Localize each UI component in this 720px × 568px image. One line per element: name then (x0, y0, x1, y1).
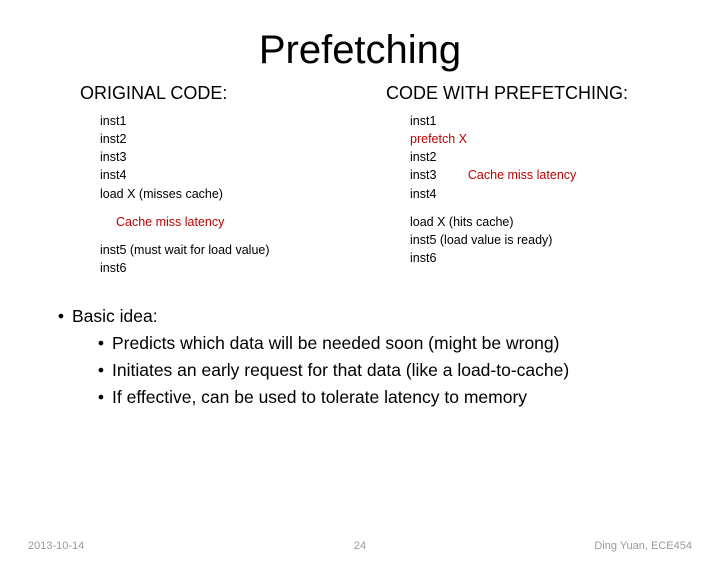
bullet-dot: • (90, 357, 112, 384)
footer-page-number: 24 (354, 540, 366, 552)
original-code-block: inst1 inst2 inst3 inst4 load X (misses c… (80, 112, 350, 277)
original-code-column: ORIGINAL CODE: inst1 inst2 inst3 inst4 l… (80, 83, 350, 277)
code-line: inst4 (410, 185, 660, 203)
latency-label: Cache miss latency (100, 213, 350, 231)
footer-author: Ding Yuan, ECE454 (594, 540, 692, 552)
bullet-text: Predicts which data will be needed soon … (112, 330, 559, 357)
code-line: inst6 (100, 259, 350, 277)
code-line: inst2 (410, 148, 660, 166)
bullet-dot: • (50, 303, 72, 330)
bullet-text: Basic idea: (72, 303, 158, 330)
prefetch-line: prefetch X (410, 130, 660, 148)
bullet-text: Initiates an early request for that data… (112, 357, 569, 384)
prefetch-code-block: inst1 prefetch X inst2 inst3 Cache miss … (390, 112, 660, 267)
code-line: inst1 (100, 112, 350, 130)
bullet-dot: • (90, 330, 112, 357)
code-line: inst5 (must wait for load value) (100, 241, 350, 259)
prefetch-header: CODE WITH PREFETCHING: (386, 83, 660, 104)
code-line: inst2 (100, 130, 350, 148)
footer-date: 2013-10-14 (28, 540, 84, 552)
bullet-level2: • Initiates an early request for that da… (50, 357, 670, 384)
code-line: inst6 (410, 249, 660, 267)
code-line: inst3 Cache miss latency (410, 166, 660, 184)
code-line: load X (hits cache) (410, 213, 660, 231)
prefetch-code-column: CODE WITH PREFETCHING: inst1 prefetch X … (390, 83, 660, 277)
code-line: inst5 (load value is ready) (410, 231, 660, 249)
code-line: inst3 (100, 148, 350, 166)
code-columns: ORIGINAL CODE: inst1 inst2 inst3 inst4 l… (0, 83, 720, 277)
bullet-dot: • (90, 384, 112, 411)
code-line: inst1 (410, 112, 660, 130)
slide-title: Prefetching (0, 28, 720, 73)
original-header: ORIGINAL CODE: (80, 83, 350, 104)
code-text: inst3 (410, 168, 436, 182)
bullet-list: • Basic idea: • Predicts which data will… (0, 303, 720, 412)
code-line: load X (misses cache) (100, 185, 350, 203)
bullet-level2: • If effective, can be used to tolerate … (50, 384, 670, 411)
bullet-level1: • Basic idea: (50, 303, 670, 330)
code-line: inst4 (100, 166, 350, 184)
bullet-text: If effective, can be used to tolerate la… (112, 384, 527, 411)
latency-label-inline: Cache miss latency (468, 166, 576, 184)
bullet-level2: • Predicts which data will be needed soo… (50, 330, 670, 357)
slide-footer: 2013-10-14 24 Ding Yuan, ECE454 (0, 540, 720, 552)
